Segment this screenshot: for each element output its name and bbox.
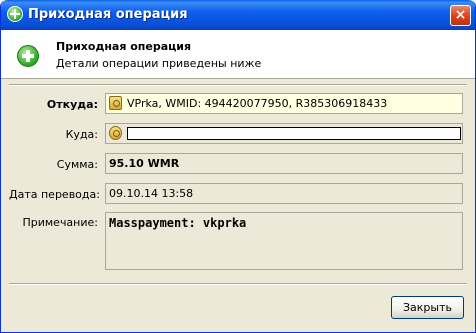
- amount-field: 95.10 WMR: [105, 153, 463, 174]
- window-close-button[interactable]: ×: [450, 5, 471, 26]
- from-field[interactable]: VPrka, WMID: 494420077950, R385306918433: [105, 93, 463, 114]
- title-bar[interactable]: Приходная операция ×: [1, 0, 475, 30]
- dialog-header: [1, 30, 475, 79]
- amount-value: 95.10 WMR: [109, 157, 180, 170]
- date-field: 09.10.14 13:58: [105, 183, 463, 204]
- separator: [9, 283, 467, 285]
- to-label: Куда:: [65, 128, 98, 141]
- header-subtitle: Детали операции приведены ниже: [56, 57, 262, 70]
- amount-label: Сумма:: [56, 158, 98, 171]
- webmoney-key-icon: [109, 126, 122, 140]
- to-field[interactable]: [105, 123, 463, 144]
- to-input[interactable]: [127, 127, 461, 140]
- window-title: Приходная операция: [28, 7, 188, 22]
- note-label: Примечание:: [22, 216, 98, 229]
- header-title: Приходная операция: [56, 40, 192, 53]
- note-value: Masspayment: vkprka: [109, 216, 247, 230]
- dialog-window: Приходная операция × Приходная операция …: [0, 0, 476, 333]
- webmoney-key-icon: [109, 96, 122, 110]
- note-field[interactable]: Masspayment: vkprka: [105, 212, 463, 270]
- separator: [9, 84, 467, 86]
- from-label: Откуда:: [46, 98, 98, 111]
- plus-circle-icon: [17, 45, 39, 67]
- date-label: Дата перевода:: [9, 188, 100, 201]
- from-value: VPrka, WMID: 494420077950, R385306918433: [127, 97, 388, 110]
- plus-circle-icon: [7, 6, 23, 22]
- close-button[interactable]: Закрыть: [391, 296, 464, 319]
- date-value: 09.10.14 13:58: [109, 187, 194, 200]
